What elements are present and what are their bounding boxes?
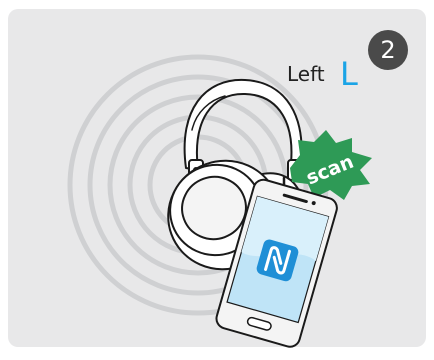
step-number-badge: 2 bbox=[368, 30, 408, 70]
side-label-letter: L bbox=[340, 55, 358, 93]
side-label-text: Left bbox=[287, 62, 325, 86]
